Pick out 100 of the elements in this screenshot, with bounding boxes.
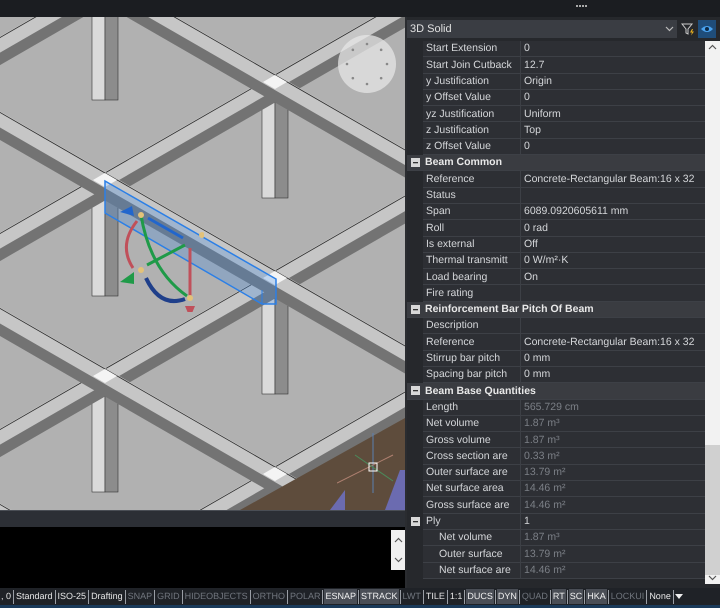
property-value[interactable]: 0	[524, 92, 530, 103]
property-row[interactable]: Stirrup bar pitch 0 mm	[423, 350, 705, 367]
selected-beam-highlight[interactable]	[103, 179, 279, 307]
property-value[interactable]: 12.7	[524, 60, 544, 70]
status-toggle[interactable]: DUCS	[466, 589, 494, 604]
property-value[interactable]: Top	[524, 124, 541, 136]
property-row[interactable]: Status	[423, 188, 705, 204]
property-row[interactable]: yz Justification Uniform	[423, 106, 705, 122]
property-value[interactable]: Concrete-Rectangular Beam:16 x 32	[524, 336, 694, 348]
property-row[interactable]: y Offset Value 0	[423, 90, 705, 106]
property-row[interactable]: Spacing bar pitch 0 mm	[423, 366, 705, 384]
property-row[interactable]: Reference Concrete-Rectangular Beam:16 x 32	[423, 334, 705, 351]
property-value[interactable]: Off	[524, 238, 538, 250]
caret-icon	[665, 26, 674, 32]
property-label: Net surface area	[426, 483, 504, 494]
property-value[interactable]: Origin	[524, 76, 552, 86]
property-label: Spacing bar pitch	[426, 369, 508, 380]
property-row[interactable]: Thermal transmitt 0 W/m²·K	[423, 252, 705, 270]
collapse-icon[interactable]	[410, 386, 420, 396]
section-title: Beam Base Quantities	[424, 386, 536, 396]
collapse-icon[interactable]	[410, 158, 420, 168]
property-value[interactable]: 1	[524, 516, 530, 526]
property-row[interactable]: Gross volume 1.87 m³	[423, 432, 705, 448]
property-value: 1.87 m³	[524, 532, 560, 543]
status-toggle[interactable]: ESNAP	[324, 589, 357, 604]
property-label: Load bearing	[426, 272, 488, 282]
property-label: Span	[426, 206, 451, 217]
status-toggle[interactable]: RT	[552, 589, 566, 604]
property-row[interactable]: Reference Concrete-Rectangular Beam:16 x 32	[423, 171, 705, 188]
property-row[interactable]: Net surface area 14.46 m²	[423, 481, 705, 498]
property-value: 1.87 m³	[524, 418, 560, 429]
property-value[interactable]: 6089.0920605611 mm	[524, 206, 628, 217]
status-item[interactable]: 1:1	[448, 589, 464, 604]
status-item[interactable]: None	[648, 589, 672, 604]
caret-icon[interactable]	[674, 594, 683, 600]
property-value[interactable]: 0	[524, 141, 530, 152]
property-row[interactable]: Description	[423, 318, 705, 334]
scroll-down-icon	[708, 575, 717, 581]
visibility-button[interactable]	[698, 20, 716, 38]
selection-dropdown[interactable]: 3D Solid	[407, 20, 677, 38]
property-row[interactable]: Start Extension 0	[423, 41, 705, 58]
property-value[interactable]: 0 mm	[524, 369, 550, 380]
property-value: 14.46 m²	[524, 483, 566, 494]
status-toggle[interactable]: DYN	[496, 589, 518, 604]
section-title: Beam Common	[424, 157, 502, 168]
status-toggle[interactable]: STRACK	[360, 589, 398, 604]
section-title: Reinforcement Bar Pitch Of Beam	[424, 304, 594, 315]
status-item[interactable]: Drafting	[90, 589, 124, 604]
grip-icon[interactable]	[576, 5, 588, 8]
status-toggle[interactable]: SC	[568, 589, 584, 604]
property-label: Gross volume	[426, 434, 491, 446]
property-label: Gross surface are	[426, 500, 510, 510]
property-label: Outer surface	[439, 548, 503, 560]
property-value[interactable]: 0 W/m²·K	[524, 255, 568, 266]
property-value: 565.729 cm	[524, 402, 579, 412]
property-row[interactable]: Net volume 1.87 m³	[423, 530, 705, 546]
property-label: Length	[426, 402, 458, 412]
property-row[interactable]: z Justification Top	[423, 122, 705, 139]
property-row[interactable]: Net surface are 14.46 m²	[423, 562, 705, 579]
property-label: y Offset Value	[426, 92, 491, 103]
command-line-area[interactable]	[0, 527, 405, 588]
property-row[interactable]: Fire rating	[423, 285, 705, 302]
status-item[interactable]: , 0	[0, 589, 12, 604]
property-value[interactable]: On	[524, 272, 538, 282]
property-row[interactable]: Load bearing On	[423, 269, 705, 286]
status-item[interactable]: Standard	[15, 589, 54, 604]
property-row[interactable]: Span 6089.0920605611 mm	[423, 204, 705, 220]
navigation-wheel-icon[interactable]	[337, 34, 397, 94]
collapse-icon[interactable]	[410, 517, 420, 526]
property-row[interactable]: y Justification Origin	[423, 74, 705, 90]
property-row[interactable]: Gross surface are 14.46 m²	[423, 497, 705, 514]
property-row[interactable]: Length 565.729 cm	[423, 400, 705, 416]
eye-icon	[700, 24, 714, 34]
property-row[interactable]: Cross section are 0.33 m²	[423, 448, 705, 465]
collapse-icon[interactable]	[410, 304, 420, 314]
scrollbar-thumb[interactable]	[705, 445, 720, 575]
property-value[interactable]: 0	[524, 43, 530, 54]
property-row[interactable]: Ply 1	[423, 514, 705, 530]
property-row[interactable]: Start Join Cutback 12.7	[423, 57, 705, 74]
command-scrollbar[interactable]	[391, 530, 405, 570]
property-value[interactable]: Concrete-Rectangular Beam:16 x 32	[524, 174, 694, 184]
status-item[interactable]: ISO-25	[56, 589, 88, 604]
property-value: 13.79 m²	[524, 548, 566, 560]
status-toggle[interactable]: HKA	[586, 589, 607, 604]
property-value[interactable]: 0 mm	[524, 353, 550, 364]
property-value[interactable]: 0 rad	[524, 222, 548, 234]
scroll-up-icon	[708, 44, 717, 50]
property-row[interactable]: Outer surface are 13.79 m²	[423, 464, 705, 482]
section-header-bar[interactable]: Reinforcement Bar Pitch Of Beam	[407, 302, 705, 318]
property-row[interactable]: Is external Off	[423, 236, 705, 253]
section-header-bar[interactable]: Beam Base Quantities	[407, 383, 705, 400]
property-row[interactable]: z Offset Value 0	[423, 138, 705, 156]
property-row[interactable]: Roll 0 rad	[423, 220, 705, 237]
property-row[interactable]: Outer surface 13.79 m²	[423, 546, 705, 562]
property-label: z Offset Value	[426, 141, 491, 152]
property-row[interactable]: Net volume 1.87 m³	[423, 416, 705, 432]
property-value[interactable]: Uniform	[524, 108, 561, 120]
status-item[interactable]: TILE	[424, 589, 446, 604]
section-header-bar[interactable]: Beam Common	[407, 155, 705, 172]
properties-scrollbar[interactable]	[705, 41, 720, 584]
